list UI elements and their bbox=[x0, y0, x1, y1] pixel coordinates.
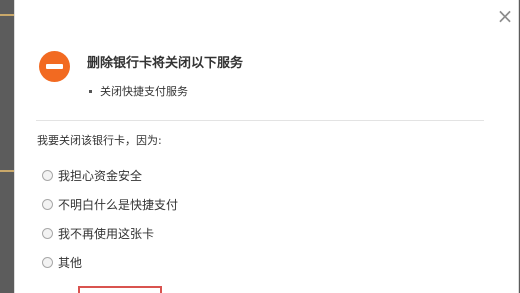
reason-label: 其他 bbox=[58, 256, 83, 270]
reason-label: 我担心资金安全 bbox=[58, 169, 143, 183]
screen: × 删除银行卡将关闭以下服务 关闭快捷支付服务 我要关闭该银行卡，因为: 我担心… bbox=[0, 0, 520, 293]
minus-circle-icon bbox=[39, 51, 70, 82]
radio-button[interactable] bbox=[42, 256, 53, 268]
reason-prompt: 我要关闭该银行卡，因为: bbox=[37, 134, 162, 147]
bullet-icon bbox=[89, 89, 92, 93]
radio-button[interactable] bbox=[42, 169, 53, 181]
service-item: 关闭快捷支付服务 bbox=[89, 83, 188, 99]
service-label: 关闭快捷支付服务 bbox=[100, 85, 188, 98]
reason-option-not-using[interactable]: 我不再使用这张卡 bbox=[42, 219, 178, 248]
dialog-title: 删除银行卡将关闭以下服务 bbox=[87, 56, 244, 71]
reason-label: 不明白什么是快捷支付 bbox=[58, 198, 179, 212]
close-icon[interactable]: × bbox=[493, 4, 517, 28]
reason-label: 我不再使用这张卡 bbox=[58, 227, 155, 241]
reason-option-security[interactable]: 我担心资金安全 bbox=[42, 161, 178, 190]
reason-list: 我担心资金安全 不明白什么是快捷支付 我不再使用这张卡 其他 bbox=[42, 161, 178, 277]
radio-button[interactable] bbox=[42, 227, 53, 239]
confirm-button[interactable] bbox=[78, 286, 162, 293]
divider bbox=[36, 120, 484, 121]
radio-button[interactable] bbox=[42, 198, 53, 210]
delete-card-dialog: × 删除银行卡将关闭以下服务 关闭快捷支付服务 我要关闭该银行卡，因为: 我担心… bbox=[14, 0, 519, 293]
reason-option-other[interactable]: 其他 bbox=[42, 248, 178, 277]
reason-option-unclear[interactable]: 不明白什么是快捷支付 bbox=[42, 190, 178, 219]
